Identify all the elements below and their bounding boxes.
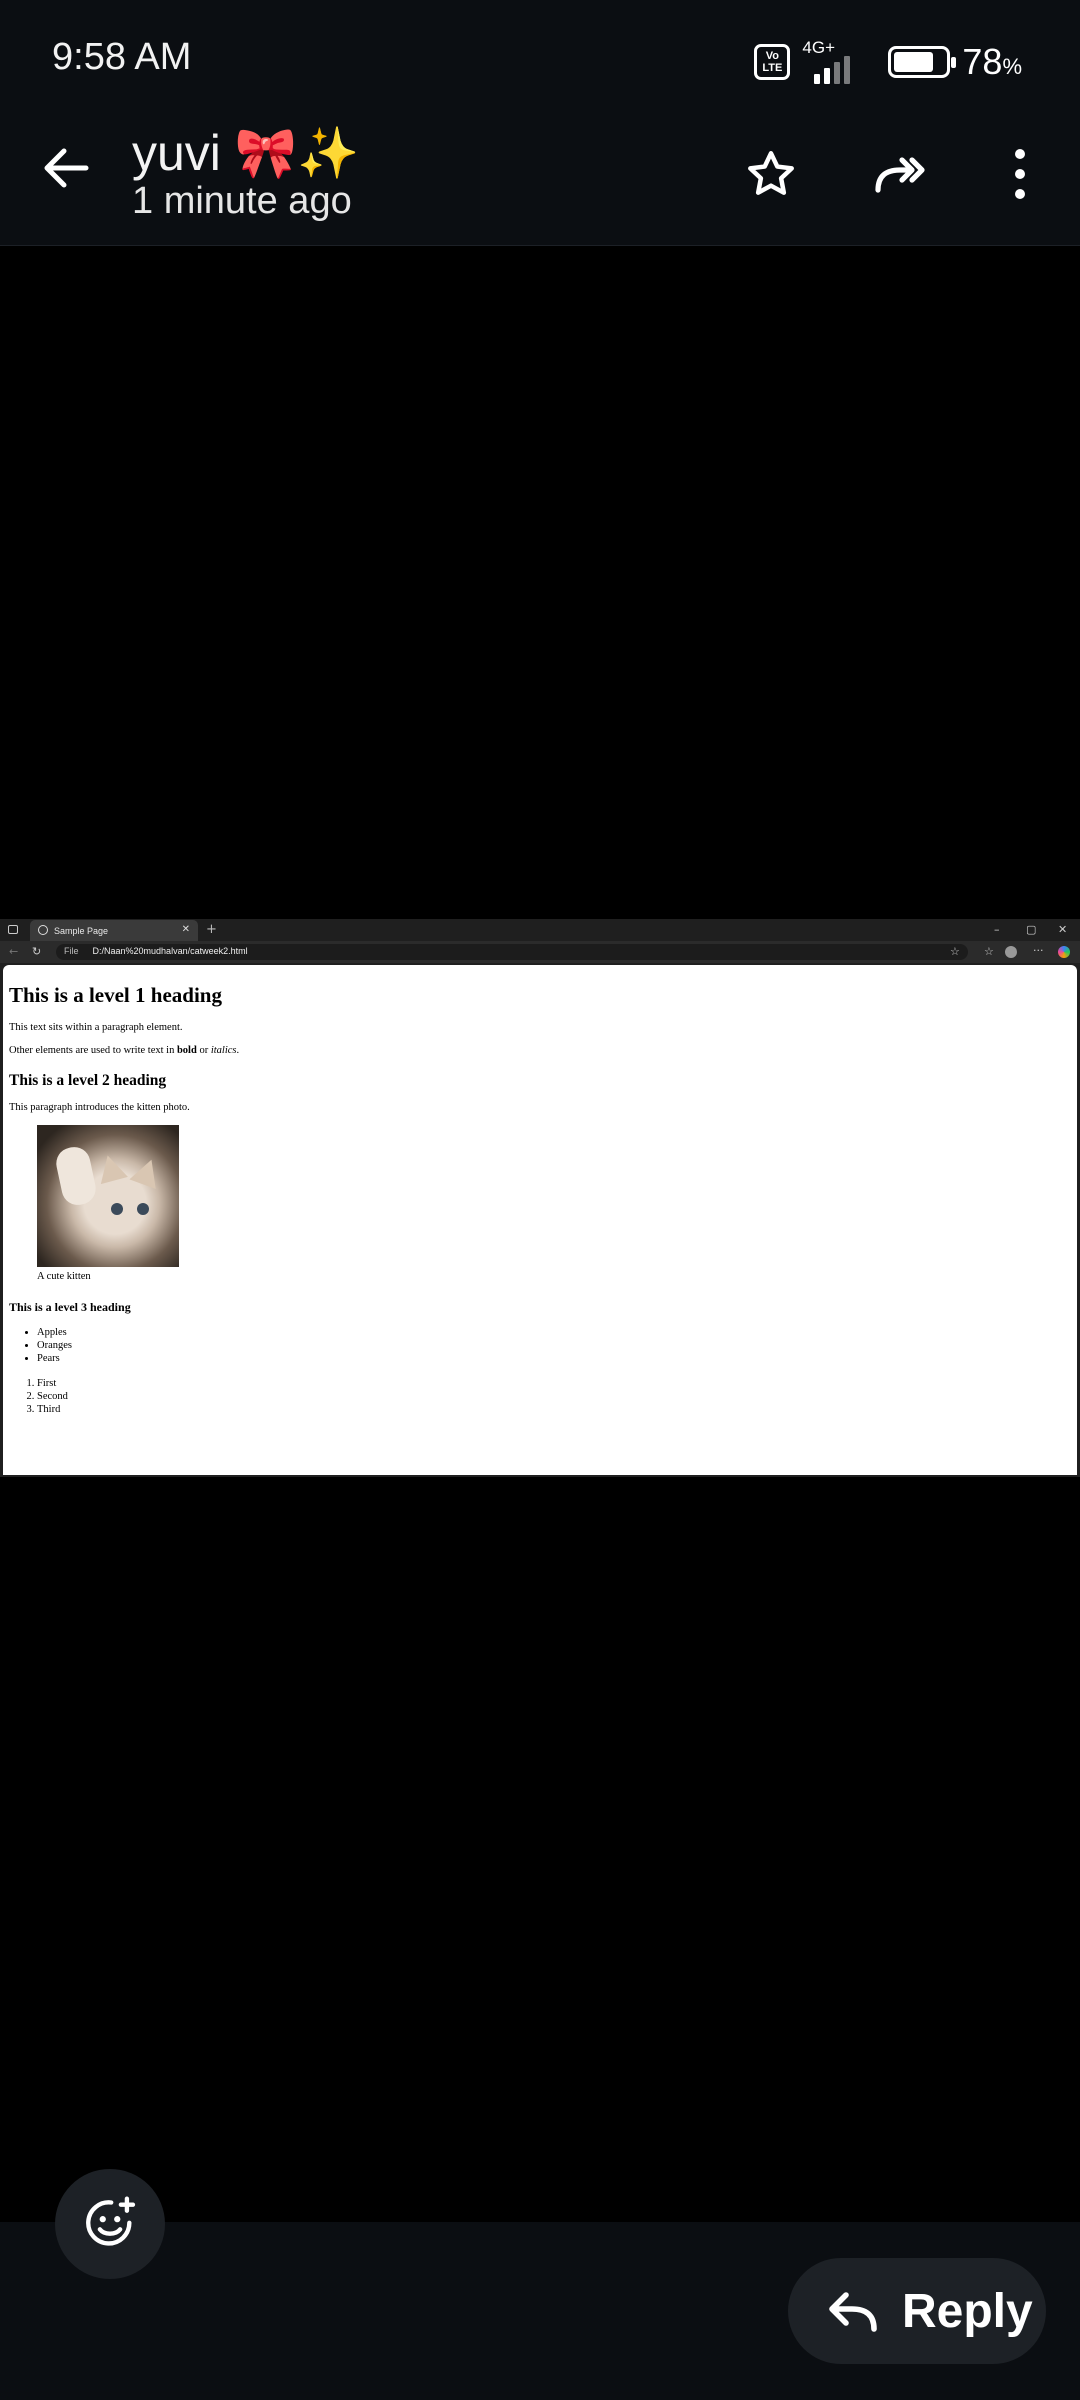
paragraph-2: Other elements are used to write text in… xyxy=(9,1045,240,1056)
favorites-icon[interactable]: ☆ xyxy=(984,945,994,958)
browser-tab-strip: Sample Page ✕ + – ▢ ✕ xyxy=(0,919,1080,941)
page-heading-1: This is a level 1 heading xyxy=(9,983,222,1007)
web-page: This is a level 1 heading This text sits… xyxy=(3,965,1077,1475)
paragraph-3: This paragraph introduces the kitten pho… xyxy=(9,1102,190,1113)
list-item: Third xyxy=(37,1403,1071,1416)
browser-back-icon[interactable]: ← xyxy=(9,945,18,958)
sender-name: yuvi 🎀✨ xyxy=(132,125,360,181)
network-type: 4G+ xyxy=(802,38,835,57)
window-menu-icon[interactable] xyxy=(8,925,18,934)
restore-icon[interactable]: ▢ xyxy=(1026,923,1036,936)
page-heading-2: This is a level 2 heading xyxy=(9,1072,167,1089)
list-item: Second xyxy=(37,1390,1071,1403)
minimize-icon[interactable]: – xyxy=(994,923,1000,936)
add-reaction-icon xyxy=(86,2196,136,2246)
favorite-star-icon[interactable]: ☆ xyxy=(950,945,960,958)
screenshot-image: Sample Page ✕ + – ▢ ✕ ← ↻ File D:/Naan%20… xyxy=(0,919,1080,1477)
url-text: D:/Naan%20mudhalvan/catweek2.html xyxy=(92,946,248,956)
star-icon[interactable] xyxy=(741,144,801,204)
status-icons: Vo LTE 4G+ 78% xyxy=(754,38,1022,86)
app-bar: yuvi 🎀✨ 1 minute ago xyxy=(0,124,1080,246)
new-tab-icon[interactable]: + xyxy=(206,922,217,937)
bottom-action-bar: Reply xyxy=(0,2169,1080,2400)
tab-title: Sample Page xyxy=(54,926,109,936)
message-timestamp: 1 minute ago xyxy=(132,180,352,222)
paragraph-1: This text sits within a paragraph elemen… xyxy=(9,1022,183,1033)
copilot-icon[interactable] xyxy=(1058,946,1070,958)
list-item: First xyxy=(37,1377,1071,1390)
reload-icon[interactable]: ↻ xyxy=(32,945,41,958)
browser-tab[interactable]: Sample Page ✕ xyxy=(30,920,198,941)
back-arrow-icon[interactable] xyxy=(40,142,92,194)
address-bar[interactable]: File D:/Naan%20mudhalvan/catweek2.html xyxy=(56,944,968,960)
reply-icon xyxy=(829,2292,877,2332)
close-window-icon[interactable]: ✕ xyxy=(1058,923,1067,936)
settings-more-icon[interactable]: ··· xyxy=(1033,944,1044,957)
volte-icon: Vo LTE xyxy=(754,44,791,80)
list-item: Apples xyxy=(37,1326,1071,1339)
kitten-caption: A cute kitten xyxy=(37,1271,91,1282)
page-heading-3: This is a level 3 heading xyxy=(9,1300,131,1314)
more-vert-icon[interactable] xyxy=(990,144,1050,204)
forward-icon[interactable] xyxy=(872,144,932,204)
tab-close-icon[interactable]: ✕ xyxy=(182,924,190,935)
image-viewer[interactable]: Sample Page ✕ + – ▢ ✕ ← ↻ File D:/Naan%20… xyxy=(0,247,1080,2222)
kitten-photo xyxy=(37,1125,179,1267)
globe-icon xyxy=(38,925,48,935)
clock: 9:58 AM xyxy=(52,36,192,78)
profile-avatar-icon[interactable] xyxy=(1005,946,1017,958)
browser-toolbar: ← ↻ File D:/Naan%20mudhalvan/catweek2.htm… xyxy=(0,941,1080,963)
file-scheme-label: File xyxy=(64,946,79,956)
signal-icon: 4G+ xyxy=(802,38,876,84)
status-bar: 9:58 AM Vo LTE 4G+ 78% xyxy=(0,0,1080,124)
list-item: Oranges xyxy=(37,1339,1071,1352)
reply-label: Reply xyxy=(902,2284,1033,2338)
list-item: Pears xyxy=(37,1352,1071,1365)
reply-button[interactable]: Reply xyxy=(788,2258,1046,2364)
battery-percent: 78% xyxy=(962,41,1022,82)
battery-icon xyxy=(888,46,957,78)
ordered-list: First Second Third xyxy=(37,1377,1071,1416)
fruit-list: Apples Oranges Pears xyxy=(37,1326,1071,1365)
add-reaction-button[interactable] xyxy=(55,2169,165,2279)
kitten-figure: A cute kitten xyxy=(37,1125,1071,1282)
